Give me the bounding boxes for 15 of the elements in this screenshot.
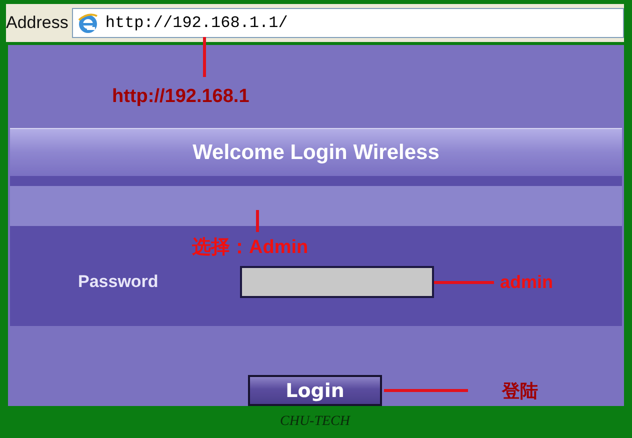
password-label: Password (78, 272, 160, 292)
login-button[interactable]: Login (248, 375, 382, 406)
header-title: Welcome Login Wireless (192, 140, 440, 164)
address-label: Address (6, 13, 68, 33)
browser-icon (77, 12, 100, 34)
annotation-label: http://192.168.1 (112, 86, 250, 109)
leader-line (256, 210, 259, 232)
leader-line (203, 37, 206, 77)
annotation-label: admin (500, 272, 554, 292)
leader-line (434, 280, 494, 284)
caption: CHU-TECH (280, 414, 350, 430)
annotation-label: 登陆 (502, 380, 538, 402)
annotation-label: 选择：Admin (192, 236, 310, 260)
password-field[interactable] (240, 266, 434, 298)
url-field[interactable]: http://192.168.1.1/ (72, 8, 624, 38)
